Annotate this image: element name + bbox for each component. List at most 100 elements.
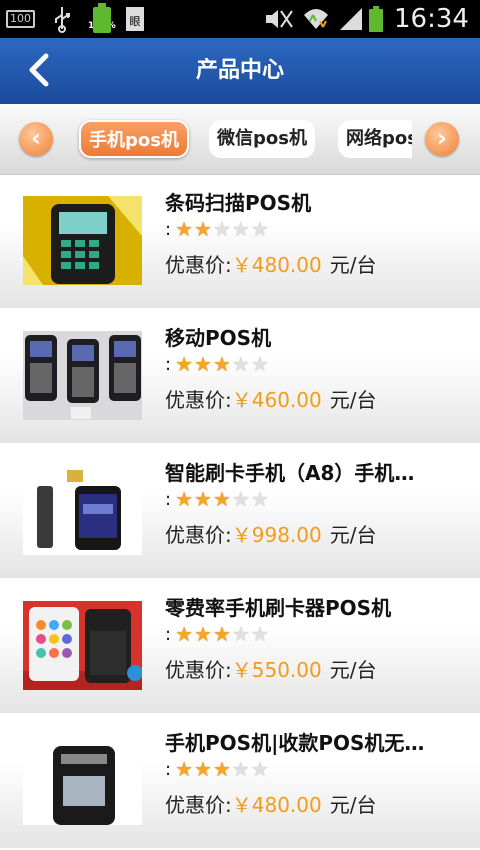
product-name: 手机POS机|收款POS机无…	[165, 731, 425, 755]
star-filled-icon: ★	[175, 352, 194, 376]
price-line: 优惠价:￥550.00 元/台	[165, 654, 376, 683]
tab-wechat-pos[interactable]: 微信pos机	[209, 120, 315, 158]
product-list: 条码扫描POS机 : ★★★★★ 优惠价:￥480.00元/台 移动POS机	[0, 175, 480, 850]
category-tab-strip: ‹ 手机pos机 微信pos机 网络pos机 ›	[0, 104, 480, 175]
star-filled-icon: ★	[194, 487, 212, 511]
list-item[interactable]: 零费率手机刷卡器POS机 : ★★★★★ 优惠价:￥550.00 元/台	[0, 580, 480, 715]
price-label: 优惠价:	[165, 523, 232, 547]
svg-text:眼: 眼	[130, 15, 141, 28]
chevron-right-icon: ›	[437, 124, 447, 152]
star-filled-icon: ★	[212, 487, 231, 511]
star-filled-icon: ★	[175, 487, 194, 511]
price-label: 优惠价:	[165, 793, 232, 817]
star-filled-icon: ★	[194, 622, 212, 646]
scroll-left-button[interactable]: ‹	[19, 122, 53, 156]
product-rating: : ★★★★★	[165, 354, 270, 375]
product-price: ￥998.00	[231, 523, 322, 547]
chevron-left-icon: ‹	[31, 124, 41, 152]
tab-label: 手机pos机	[89, 130, 179, 151]
product-name: 零费率手机刷卡器POS机	[165, 596, 392, 620]
tab-label: 网络pos机	[338, 120, 412, 158]
star-rating: ★★★★★	[175, 624, 270, 645]
battery-status-icon: 100%	[88, 0, 116, 38]
wifi-icon	[302, 0, 330, 38]
star-filled-icon: ★	[212, 622, 231, 646]
status-bar: 100 100% 眼 16:34	[0, 0, 480, 38]
star-rating: ★★★★★	[175, 489, 270, 510]
price-line: 优惠价:￥480.00 元/台	[165, 789, 376, 818]
star-empty-icon: ★	[231, 352, 250, 376]
price-label: 优惠价:	[165, 388, 232, 412]
app-header: 产品中心	[0, 38, 480, 104]
product-name: 智能刷卡手机（A8）手机…	[165, 461, 415, 485]
star-rating: ★★★★★	[175, 759, 270, 780]
rating-separator: :	[165, 219, 172, 240]
star-filled-icon: ★	[175, 622, 194, 646]
signal-icon	[338, 0, 364, 38]
tab-mobile-pos[interactable]: 手机pos机	[79, 120, 189, 158]
star-rating: ★★★★★	[175, 219, 270, 240]
star-filled-icon: ★	[194, 352, 212, 376]
price-label: 优惠价:	[165, 658, 232, 682]
tab-network-pos[interactable]: 网络pos机	[338, 120, 412, 158]
star-empty-icon: ★	[212, 217, 231, 241]
star-empty-icon: ★	[231, 217, 250, 241]
mute-icon	[264, 0, 294, 38]
product-price: ￥480.00	[231, 253, 322, 277]
clock: 16:34	[394, 4, 469, 34]
product-image	[23, 601, 142, 690]
star-empty-icon: ★	[250, 757, 269, 781]
price-line: 优惠价:￥480.00 元/台	[165, 249, 376, 278]
usb-icon	[52, 0, 72, 38]
star-empty-icon: ★	[250, 487, 269, 511]
star-filled-icon: ★	[212, 352, 231, 376]
document-icon: 眼	[124, 0, 146, 38]
rating-separator: :	[165, 489, 172, 510]
rating-separator: :	[165, 354, 172, 375]
product-rating: : ★★★★★	[165, 624, 270, 645]
star-rating: ★★★★★	[175, 354, 270, 375]
price-line: 优惠价:￥460.00 元/台	[165, 384, 376, 413]
product-image	[23, 736, 142, 825]
star-empty-icon: ★	[250, 217, 269, 241]
product-image	[23, 331, 142, 420]
list-item[interactable]: 移动POS机 : ★★★★★ 优惠价:￥460.00 元/台	[0, 310, 480, 445]
star-empty-icon: ★	[250, 352, 269, 376]
product-price: ￥460.00	[231, 388, 322, 412]
price-unit: 元/台	[329, 253, 377, 277]
tab-label: 微信pos机	[217, 128, 307, 149]
product-rating: : ★★★★★	[165, 759, 270, 780]
list-item[interactable]: 条码扫描POS机 : ★★★★★ 优惠价:￥480.00 元/台	[0, 175, 480, 310]
star-empty-icon: ★	[231, 622, 250, 646]
rating-separator: :	[165, 624, 172, 645]
list-item[interactable]: 手机POS机|收款POS机无… : ★★★★★ 优惠价:￥480.00 元/台	[0, 715, 480, 850]
rating-separator: :	[165, 759, 172, 780]
star-filled-icon: ★	[194, 757, 212, 781]
sim-box-icon: 100	[6, 0, 35, 38]
price-label: 优惠价:	[165, 253, 232, 277]
price-unit: 元/台	[329, 793, 377, 817]
star-empty-icon: ★	[231, 757, 250, 781]
product-price: ￥480.00	[231, 793, 322, 817]
battery-icon	[368, 0, 384, 38]
product-price: ￥550.00	[231, 658, 322, 682]
product-image	[23, 466, 142, 555]
price-line: 优惠价:￥998.00 元/台	[165, 519, 376, 548]
scroll-right-button[interactable]: ›	[425, 122, 459, 156]
star-empty-icon: ★	[250, 622, 269, 646]
product-image	[23, 196, 142, 285]
product-rating: : ★★★★★	[165, 219, 270, 240]
star-empty-icon: ★	[231, 487, 250, 511]
product-name: 条码扫描POS机	[165, 191, 312, 215]
product-name: 移动POS机	[165, 326, 272, 350]
star-filled-icon: ★	[175, 217, 194, 241]
price-unit: 元/台	[329, 658, 377, 682]
status-box-label: 100	[6, 10, 35, 28]
star-filled-icon: ★	[194, 217, 212, 241]
product-rating: : ★★★★★	[165, 489, 270, 510]
list-item[interactable]: 智能刷卡手机（A8）手机… : ★★★★★ 优惠价:￥998.00 元/台	[0, 445, 480, 580]
price-unit: 元/台	[329, 523, 377, 547]
page-title: 产品中心	[195, 58, 284, 83]
price-unit: 元/台	[329, 388, 377, 412]
star-filled-icon: ★	[175, 757, 194, 781]
